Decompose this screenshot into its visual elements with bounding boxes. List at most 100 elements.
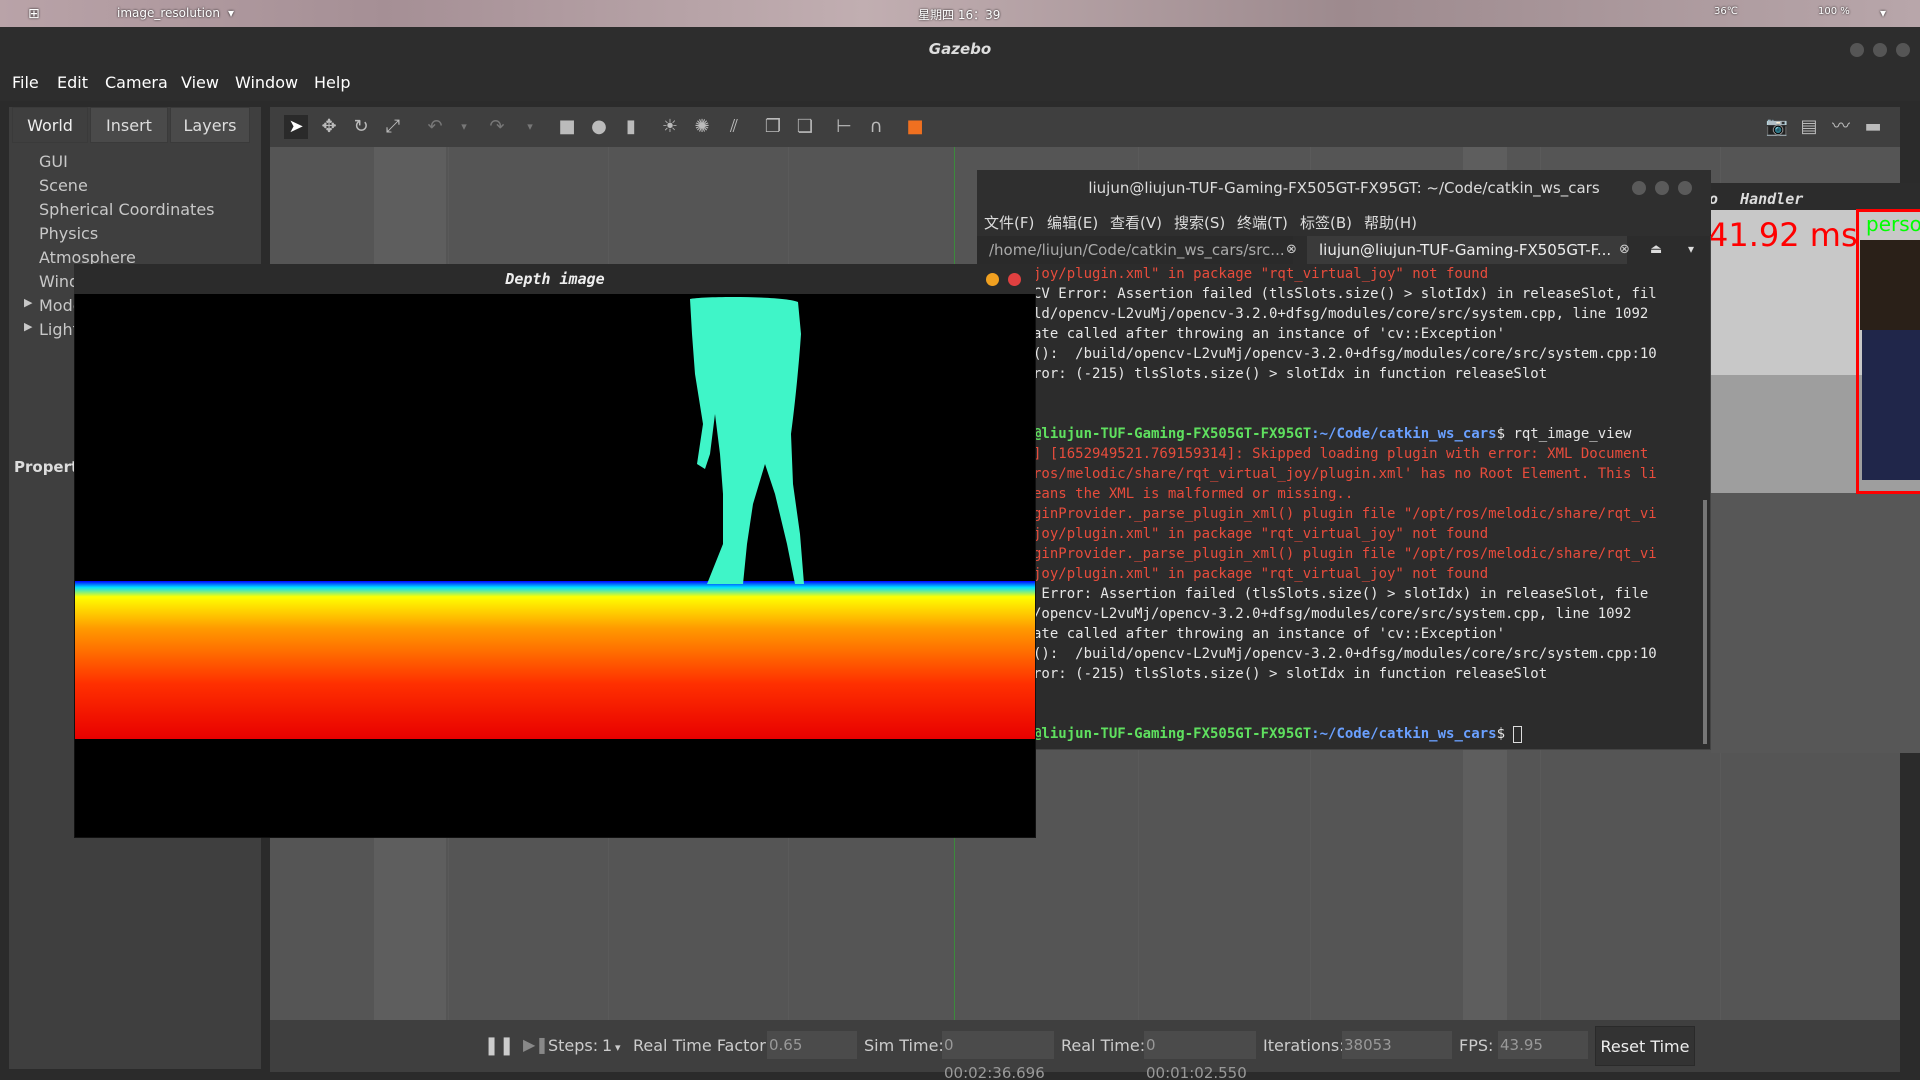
undo-history-chevron-icon[interactable]: ▾ bbox=[452, 115, 476, 139]
iterations-label: Iterations: bbox=[1263, 1036, 1345, 1055]
minimize-button[interactable] bbox=[1850, 43, 1864, 57]
terminal-line: /opencv-L2vuMj/opencv-3.2.0+dfsg/modules… bbox=[1033, 606, 1632, 622]
terminal-line: ate called after throwing an instance of… bbox=[1033, 626, 1506, 642]
step-icon[interactable]: ▶❚ bbox=[523, 1035, 549, 1054]
snap-icon[interactable]: ∩ bbox=[864, 115, 888, 139]
system-menu-chevron-icon[interactable]: ▾ bbox=[1880, 6, 1886, 20]
battery-indicator[interactable]: 100 % bbox=[1818, 6, 1850, 17]
menu-window[interactable]: Window bbox=[235, 73, 298, 92]
scale-mode-icon[interactable]: ⤢ bbox=[381, 115, 405, 139]
terminal-menu-edit[interactable]: 编辑(E) bbox=[1047, 212, 1098, 233]
terminal-menu-view[interactable]: 查看(V) bbox=[1110, 212, 1162, 233]
prompt-command: $ bbox=[1496, 726, 1514, 742]
rtf-field[interactable]: 0.65 bbox=[767, 1031, 857, 1059]
menu-edit[interactable]: Edit bbox=[57, 73, 88, 92]
system-top-bar: ⊞ image_resolution ▾ 星期四 16：39 36℃ 100 %… bbox=[0, 0, 1920, 27]
terminal-maximize-button[interactable] bbox=[1655, 181, 1669, 195]
right-window-lower bbox=[1711, 493, 1920, 753]
cylinder-shape-icon[interactable]: ▮ bbox=[619, 115, 643, 139]
tab-list-chevron-icon[interactable]: ▾ bbox=[1688, 242, 1694, 256]
new-tab-icon[interactable]: ⏏ bbox=[1650, 242, 1662, 257]
prompt-user: @liujun-TUF-Gaming-FX505GT-FX95GT bbox=[1033, 426, 1312, 442]
pause-icon[interactable]: ❚❚ bbox=[484, 1035, 514, 1056]
depth-ground-gradient bbox=[75, 581, 1035, 739]
screenshot-icon[interactable]: 📷 bbox=[1765, 115, 1789, 139]
terminal-output[interactable]: joy/plugin.xml" in package "rqt_virtual_… bbox=[1033, 264, 1705, 746]
terminal-tab-2[interactable]: liujun@liujun-TUF-Gaming-FX505GT-F... bbox=[1307, 236, 1627, 264]
sim-time-field[interactable]: 0 00:02:36.696 bbox=[942, 1031, 1054, 1080]
maximize-button[interactable] bbox=[1873, 43, 1887, 57]
tree-item-spherical-coordinates[interactable]: Spherical Coordinates bbox=[39, 200, 215, 219]
point-light-icon[interactable]: ☀ bbox=[658, 115, 682, 139]
terminal-line: ros/melodic/share/rqt_virtual_joy/plugin… bbox=[1033, 466, 1657, 482]
fps-field[interactable]: 43.95 bbox=[1498, 1031, 1588, 1059]
tab-close-icon[interactable]: ⊗ bbox=[1286, 242, 1297, 257]
rotate-mode-icon[interactable]: ↻ bbox=[349, 115, 373, 139]
person-torso bbox=[1860, 240, 1920, 330]
terminal-menu-bar: 文件(F) 编辑(E) 查看(V) 搜索(S) 终端(T) 标签(B) 帮助(H… bbox=[977, 206, 1711, 236]
apps-grid-icon[interactable]: ⊞ bbox=[28, 6, 40, 22]
spot-light-icon[interactable]: ✺ bbox=[690, 115, 714, 139]
terminal-line: @liujun-TUF-Gaming-FX505GT-FX95GT:~/Code… bbox=[1033, 724, 1523, 744]
copy-icon[interactable]: ❐ bbox=[761, 115, 785, 139]
tree-item-gui[interactable]: GUI bbox=[39, 152, 68, 171]
terminal-minimize-button[interactable] bbox=[1632, 181, 1646, 195]
align-icon[interactable]: ⊢ bbox=[832, 115, 856, 139]
tab-world[interactable]: World bbox=[12, 107, 88, 143]
menu-view[interactable]: View bbox=[181, 73, 219, 92]
tab-close-icon[interactable]: ⊗ bbox=[1619, 242, 1630, 257]
close-button[interactable] bbox=[1896, 43, 1910, 57]
class-label: person bbox=[1866, 212, 1920, 236]
terminal-menu-search[interactable]: 搜索(S) bbox=[1174, 212, 1225, 233]
video-record-icon[interactable]: ▬ bbox=[1861, 115, 1885, 139]
view-angle-icon[interactable]: ■ bbox=[903, 115, 927, 139]
chevron-down-icon[interactable]: ▾ bbox=[228, 6, 234, 20]
terminal-tab-2-label: liujun@liujun-TUF-Gaming-FX505GT-F... bbox=[1319, 241, 1612, 259]
menu-camera[interactable]: Camera bbox=[105, 73, 168, 92]
tree-item-scene[interactable]: Scene bbox=[39, 176, 88, 195]
terminal-line: ate called after throwing an instance of… bbox=[1033, 326, 1506, 342]
menu-help[interactable]: Help bbox=[314, 73, 350, 92]
steps-value[interactable]: 1 bbox=[602, 1036, 612, 1055]
plot-icon[interactable]: 〰 bbox=[1829, 115, 1853, 139]
terminal-line: ror: (-215) tlsSlots.size() > slotIdx in… bbox=[1033, 366, 1548, 382]
terminal-scrollbar[interactable] bbox=[1703, 500, 1707, 744]
log-icon[interactable]: ▤ bbox=[1797, 115, 1821, 139]
terminal-tab-1[interactable]: /home/liujun/Code/catkin_ws_cars/src... bbox=[977, 236, 1293, 264]
redo-history-chevron-icon[interactable]: ▾ bbox=[518, 115, 542, 139]
clock[interactable]: 星期四 16：39 bbox=[918, 6, 1000, 23]
directional-light-icon[interactable]: ⫽ bbox=[722, 115, 746, 139]
expand-arrow-icon[interactable]: ▶ bbox=[24, 320, 32, 333]
undo-icon[interactable]: ↶ bbox=[423, 115, 447, 139]
menu-file[interactable]: File bbox=[12, 73, 39, 92]
terminal-menu-file[interactable]: 文件(F) bbox=[984, 212, 1034, 233]
tab-insert[interactable]: Insert bbox=[90, 107, 168, 143]
terminal-menu-terminal[interactable]: 终端(T) bbox=[1237, 212, 1288, 233]
sphere-shape-icon[interactable]: ● bbox=[587, 115, 611, 139]
terminal-line: joy/plugin.xml" in package "rqt_virtual_… bbox=[1033, 566, 1489, 582]
terminal-line: ld/opencv-L2vuMj/opencv-3.2.0+dfsg/modul… bbox=[1033, 306, 1649, 322]
redo-icon[interactable]: ↷ bbox=[485, 115, 509, 139]
prompt-path: :~/Code/catkin_ws_cars bbox=[1311, 426, 1497, 442]
terminal-line: CV Error: Assertion failed (tlsSlots.siz… bbox=[1033, 286, 1657, 302]
translate-mode-icon[interactable]: ✥ bbox=[317, 115, 341, 139]
real-time-field[interactable]: 0 00:01:02.550 bbox=[1144, 1031, 1256, 1080]
depth-minimize-button[interactable] bbox=[986, 273, 999, 286]
person-legs bbox=[1862, 330, 1920, 480]
paste-icon[interactable]: ❏ bbox=[793, 115, 817, 139]
terminal-line: (): /build/opencv-L2vuMj/opencv-3.2.0+df… bbox=[1033, 346, 1657, 362]
tree-item-physics[interactable]: Physics bbox=[39, 224, 98, 243]
active-app-label[interactable]: image_resolution bbox=[117, 6, 220, 20]
reset-time-button[interactable]: Reset Time bbox=[1595, 1026, 1695, 1066]
terminal-menu-tabs[interactable]: 标签(B) bbox=[1300, 212, 1352, 233]
tab-layers[interactable]: Layers bbox=[170, 107, 250, 143]
box-shape-icon[interactable]: ■ bbox=[555, 115, 579, 139]
steps-chevron-icon[interactable]: ▾ bbox=[615, 1041, 621, 1054]
iterations-field[interactable]: 38053 bbox=[1342, 1031, 1452, 1059]
steps-label: Steps: bbox=[548, 1036, 599, 1055]
terminal-close-button[interactable] bbox=[1678, 181, 1692, 195]
select-mode-icon[interactable]: ➤ bbox=[284, 115, 308, 139]
expand-arrow-icon[interactable]: ▶ bbox=[24, 296, 32, 309]
depth-close-button[interactable] bbox=[1008, 273, 1021, 286]
terminal-menu-help[interactable]: 帮助(H) bbox=[1364, 212, 1417, 233]
